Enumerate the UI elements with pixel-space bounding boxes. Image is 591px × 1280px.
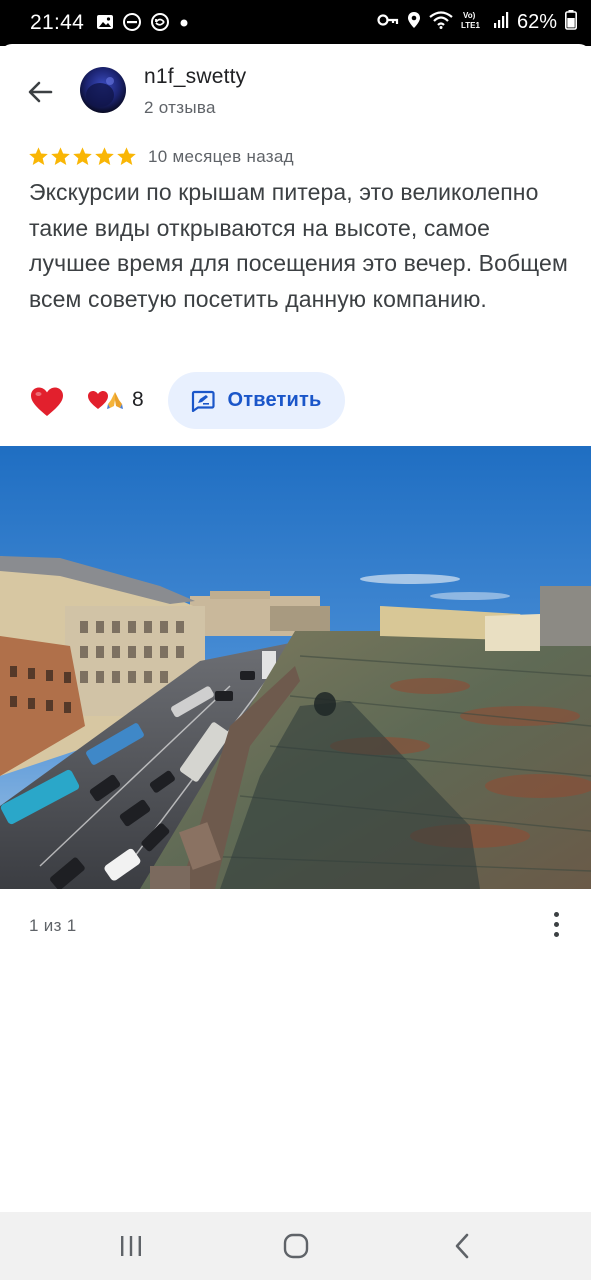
star-icon: [117, 147, 136, 165]
back-button[interactable]: [22, 74, 58, 110]
wifi-icon: [429, 11, 453, 34]
star-icon: [95, 147, 114, 165]
review-text: Экскурсии по крышам питера, это великоле…: [29, 179, 568, 312]
username[interactable]: n1f_swetty: [144, 65, 246, 89]
reply-button[interactable]: Ответить: [168, 372, 345, 429]
avatar[interactable]: [80, 67, 126, 113]
review-photo[interactable]: [0, 446, 591, 889]
star-icon: [51, 147, 70, 165]
photo-rooftop-icon: [0, 446, 591, 889]
svg-text:LTE1: LTE1: [461, 21, 481, 30]
like-button[interactable]: [30, 386, 64, 418]
praying-hands-icon: [107, 392, 123, 409]
home-icon: [283, 1233, 309, 1259]
signal-icon: [493, 11, 509, 34]
more-options-button[interactable]: [540, 906, 572, 942]
dot-icon: [178, 16, 190, 34]
status-bar: 21:44 Vo) LTE1 62%: [0, 0, 591, 46]
reply-label: Ответить: [227, 389, 322, 411]
heart-icon: [31, 387, 63, 416]
star-rating: [28, 146, 137, 167]
battery-percent: 62%: [516, 11, 557, 33]
status-right-icons: Vo) LTE1 62%: [377, 10, 577, 35]
battery-icon: [565, 10, 577, 35]
status-left-icons: [96, 12, 190, 37]
volte-icon: Vo) LTE1: [461, 10, 485, 35]
sync-icon: [150, 12, 170, 37]
reply-icon: [192, 390, 216, 412]
reactions-summary[interactable]: 8: [87, 388, 144, 412]
svg-text:Vo): Vo): [463, 11, 476, 20]
reaction-count: 8: [132, 388, 144, 411]
recents-icon: [121, 1236, 141, 1256]
back-nav-button[interactable]: [432, 1226, 492, 1266]
arrow-left-icon: [28, 81, 53, 103]
vpn-key-icon: [377, 12, 399, 33]
review-sheet: n1f_swetty 2 отзыва 10 месяцев назад Экс…: [0, 44, 591, 1212]
review-date: 10 месяцев назад: [148, 147, 294, 166]
review-count: 2 отзыва: [144, 98, 216, 117]
photo-counter: 1 из 1: [29, 916, 77, 935]
dnd-icon: [122, 12, 142, 37]
status-time: 21:44: [30, 11, 85, 34]
more-vert-icon: [553, 911, 559, 917]
gallery-icon: [96, 13, 114, 36]
home-button[interactable]: [266, 1226, 326, 1266]
star-icon: [29, 147, 48, 165]
star-icon: [73, 147, 92, 165]
back-icon: [455, 1233, 469, 1259]
location-icon: [407, 11, 421, 34]
recents-button[interactable]: [101, 1226, 161, 1266]
system-nav-bar: [0, 1212, 591, 1280]
